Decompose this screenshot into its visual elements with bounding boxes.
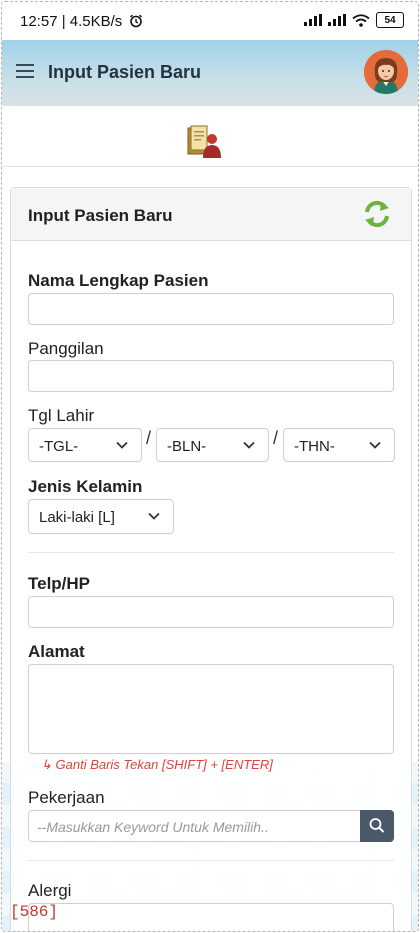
jenis-kelamin-label: Jenis Kelamin [28,477,143,496]
pekerjaan-placeholder: --Masukkan Keyword Untuk Memilih.. [37,819,269,835]
status-bar: 12:57 | 4.5KB/s 54 [2,2,418,40]
app-bar: Input Pasien Baru [2,40,418,106]
pekerjaan-label: Pekerjaan [28,788,105,807]
wifi-icon [352,13,370,27]
tgl-select-value: -TGL- [39,438,79,455]
status-left: 12:57 | 4.5KB/s [20,13,143,30]
pekerjaan-input[interactable]: --Masukkan Keyword Untuk Memilih.. [28,810,362,842]
bln-select-value: -BLN- [167,438,207,455]
alergi-label: Alergi [28,881,72,900]
date-separator: / [146,428,152,448]
divider [28,860,394,861]
divider [28,552,394,553]
tgl-select[interactable]: -TGL- [28,428,142,462]
alamat-textarea[interactable] [28,664,394,754]
alergi-input[interactable] [28,903,394,931]
signal-icon [304,14,322,26]
bln-select[interactable]: -BLN- [156,428,269,462]
nama-label: Nama Lengkap Pasien [28,271,209,290]
menu-icon[interactable] [16,64,34,78]
alamat-hint: ↳ Ganti Baris Tekan [SHIFT] + [ENTER] [41,757,273,772]
status-right: 54 [304,12,404,28]
signal-icon [328,14,346,26]
app-bar-title: Input Pasien Baru [48,62,202,82]
tgl-lahir-label: Tgl Lahir [28,406,95,425]
nama-input[interactable] [28,293,394,325]
avatar[interactable] [364,50,408,94]
pekerjaan-search-button[interactable] [360,810,394,842]
patient-logo-icon [187,125,221,158]
search-icon [369,818,385,833]
status-time: 12:57 | 4.5KB/s [20,13,123,30]
telp-input[interactable] [28,596,394,628]
panggilan-input[interactable] [28,360,394,392]
debug-tag: [586] [10,903,59,921]
jenis-kelamin-select[interactable]: Laki-laki [L] [28,499,174,534]
jenis-kelamin-value: Laki-laki [L] [39,509,115,526]
card-title: Input Pasien Baru [28,206,173,225]
battery-icon: 54 [376,12,404,28]
thn-select-value: -THN- [294,438,335,455]
chevron-down-icon [148,512,160,520]
card-header: Input Pasien Baru [11,188,411,241]
chevron-down-icon [116,441,128,449]
app-frame: 12:57 | 4.5KB/s 54 Input Pasien Baru Inp… [1,1,419,932]
refresh-icon[interactable] [363,200,391,228]
alamat-label: Alamat [28,642,85,661]
chevron-down-icon [243,441,255,449]
date-separator: / [273,428,279,448]
thn-select[interactable]: -THN- [283,428,395,462]
chevron-down-icon [369,441,381,449]
alarm-icon [130,14,143,28]
logo-strip [2,106,418,167]
input-pasien-card: Input Pasien Baru Nama Lengkap Pasien Pa… [10,187,412,931]
panggilan-label: Panggilan [28,339,104,358]
telp-label: Telp/HP [28,574,91,593]
